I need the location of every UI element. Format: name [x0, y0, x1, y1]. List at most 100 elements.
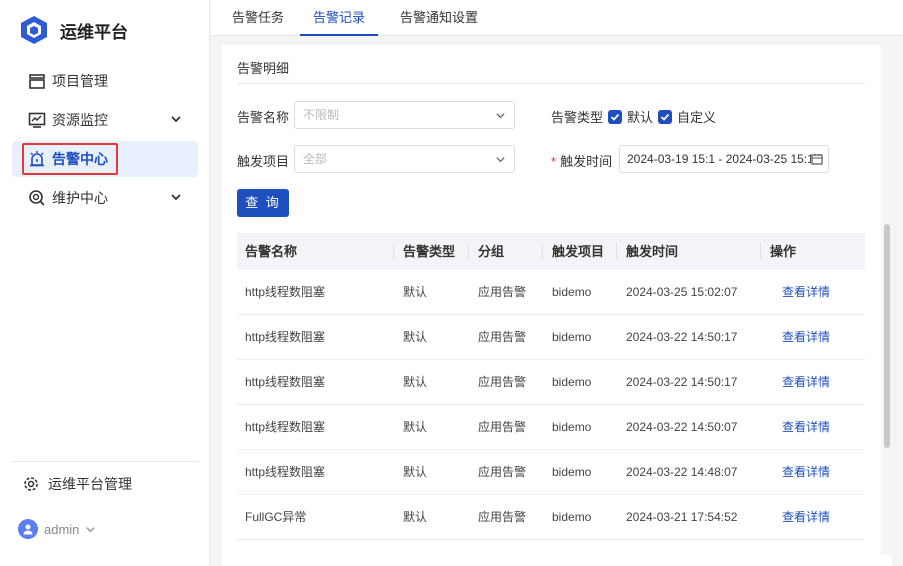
divider — [237, 83, 865, 84]
cube-logo-icon — [21, 16, 47, 44]
cell-trigger-project: bidemo — [552, 420, 592, 434]
trigger-project-select[interactable]: 全部 — [294, 145, 515, 173]
view-details-link[interactable]: 查看详情 — [782, 315, 830, 360]
column-separator — [542, 243, 543, 260]
alarm-name-select[interactable]: 不限制 — [294, 101, 515, 129]
cell-alarm-name: http线程数阻塞 — [245, 375, 326, 389]
cell-group: 应用告警 — [478, 285, 527, 299]
cell-alarm-name: FullGC异常 — [245, 510, 307, 524]
cell-alarm-type: 默认 — [403, 420, 428, 434]
trigger-project-placeholder: 全部 — [303, 152, 328, 166]
cell-group: 应用告警 — [478, 465, 527, 479]
cell-alarm-type: 默认 — [403, 330, 428, 344]
chevron-down-icon — [171, 116, 181, 123]
sidebar-item-alarm-center[interactable]: 告警中心 — [12, 141, 198, 177]
cell-group: 应用告警 — [478, 420, 527, 434]
alarm-type-custom-checkbox[interactable]: 自定义 — [658, 107, 716, 126]
alarm-table: 告警名称 告警类型 分组 触发项目 触发时间 操作 http线程数阻塞 默认 应用告… — [237, 233, 865, 540]
sidebar-item-label: 维护中心 — [52, 190, 108, 206]
view-details-link[interactable]: 查看详情 — [782, 450, 830, 495]
platform-management-link[interactable]: 运维平台管理 — [22, 474, 132, 494]
sidebar-item-maintenance-center[interactable]: 维护中心 — [12, 180, 198, 216]
table-row: http线程数阻塞 默认 应用告警 bidemo 2024-03-22 14:50:17… — [237, 315, 865, 360]
brand[interactable]: 运维平台 — [20, 14, 128, 46]
scrollbar-thumb[interactable] — [884, 224, 890, 448]
chevron-down-icon — [86, 526, 96, 532]
column-header-alarm-type: 告警类型 — [403, 244, 456, 259]
search-shield-icon — [28, 189, 46, 207]
tab-alarm-tasks[interactable]: 告警任务 — [228, 0, 288, 36]
table-row: FullGC异常 默认 应用告警 bidemo 2024-03-21 17:54:52 查… — [237, 495, 865, 540]
column-header-alarm-name: 告警名称 — [245, 244, 298, 259]
cell-trigger-time: 2024-03-21 17:54:52 — [626, 510, 738, 524]
alarm-icon — [28, 150, 46, 168]
alarm-type-default-checkbox[interactable]: 默认 — [608, 107, 653, 126]
cell-trigger-time: 2024-03-22 14:50:07 — [626, 420, 738, 434]
cell-trigger-project: bidemo — [552, 510, 592, 524]
view-details-link[interactable]: 查看详情 — [782, 495, 830, 540]
cell-group: 应用告警 — [478, 375, 527, 389]
monitor-chart-icon — [28, 111, 46, 129]
table-header: 告警名称 告警类型 分组 触发项目 触发时间 操作 — [237, 233, 865, 270]
top-tabs: 告警任务 告警记录 告警通知设置 — [211, 0, 903, 36]
column-separator — [760, 243, 761, 260]
cell-trigger-time: 2024-03-22 14:48:07 — [626, 465, 738, 479]
alarm-name-placeholder: 不限制 — [303, 108, 340, 122]
calendar-icon — [811, 153, 823, 165]
trigger-time-range-input[interactable]: 2024-03-19 15:1 - 2024-03-25 15:1 — [619, 145, 829, 173]
view-details-link[interactable]: 查看详情 — [782, 360, 830, 405]
checkmark-icon — [608, 109, 622, 124]
checkbox-label: 自定义 — [677, 110, 717, 125]
trigger-time-value: 2024-03-19 15:1 - 2024-03-25 15:1 — [627, 152, 814, 166]
table-row: http线程数阻塞 默认 应用告警 bidemo 2024-03-25 15:02:07… — [237, 270, 865, 315]
sidebar-item-project-management[interactable]: 项目管理 — [12, 63, 198, 99]
table-row: http线程数阻塞 默认 应用告警 bidemo 2024-03-22 14:50:17… — [237, 360, 865, 405]
cell-alarm-name: http线程数阻塞 — [245, 420, 326, 434]
cell-trigger-project: bidemo — [552, 285, 592, 299]
user-menu[interactable]: admin — [18, 519, 96, 539]
column-separator — [468, 243, 469, 260]
column-header-group: 分组 — [478, 244, 505, 259]
sidebar-item-resource-monitoring[interactable]: 资源监控 — [12, 102, 198, 138]
cell-alarm-type: 默认 — [403, 375, 428, 389]
cell-alarm-type: 默认 — [403, 285, 428, 299]
column-header-trigger-time: 触发时间 — [626, 244, 679, 259]
sidebar-item-label: 告警中心 — [52, 151, 108, 167]
required-asterisk: * — [551, 154, 557, 169]
sidebar: 运维平台 项目管理 资源监控 告警中心 维护中心 运维平台管理 admin — [0, 0, 210, 566]
alarm-type-label: 告警类型 — [551, 110, 604, 125]
checkbox-label: 默认 — [627, 110, 654, 125]
cell-trigger-time: 2024-03-25 15:02:07 — [626, 285, 738, 299]
alarm-name-label: 告警名称 — [237, 110, 290, 125]
column-separator — [616, 243, 617, 260]
sidebar-item-label: 项目管理 — [52, 73, 108, 89]
cell-alarm-name: http线程数阻塞 — [245, 285, 326, 299]
username: admin — [44, 521, 80, 537]
tab-alarm-records[interactable]: 告警记录 — [300, 0, 378, 36]
column-separator — [393, 243, 394, 260]
cell-trigger-project: bidemo — [552, 465, 592, 479]
table-row: http线程数阻塞 默认 应用告警 bidemo 2024-03-22 14:48:07… — [237, 450, 865, 495]
trigger-project-label: 触发项目 — [237, 154, 290, 169]
cell-group: 应用告警 — [478, 330, 527, 344]
cell-alarm-name: http线程数阻塞 — [245, 330, 326, 344]
cell-group: 应用告警 — [478, 510, 527, 524]
chevron-down-icon — [496, 113, 505, 119]
trigger-time-label-text: 触发时间 — [560, 154, 613, 169]
view-details-link[interactable]: 查看详情 — [782, 270, 830, 315]
chevron-down-icon — [171, 194, 181, 201]
chevron-down-icon — [496, 157, 505, 163]
cell-alarm-name: http线程数阻塞 — [245, 465, 326, 479]
cell-alarm-type: 默认 — [403, 510, 428, 524]
query-button[interactable]: 查 询 — [237, 189, 289, 217]
tab-alarm-notification-settings[interactable]: 告警通知设置 — [394, 0, 484, 36]
section-title: 告警明细 — [237, 61, 290, 76]
gear-icon — [22, 475, 40, 493]
table-row: http线程数阻塞 默认 应用告警 bidemo 2024-03-22 14:50:07… — [237, 405, 865, 450]
sidebar-divider — [12, 461, 198, 462]
view-details-link[interactable]: 查看详情 — [782, 405, 830, 450]
main-panel: 告警明细 告警名称 不限制 告警类型 默认 自定义 触发项目 全部 * 触发时间 … — [222, 45, 892, 566]
cell-trigger-time: 2024-03-22 14:50:17 — [626, 375, 738, 389]
app-title: 运维平台 — [60, 22, 128, 42]
cell-trigger-project: bidemo — [552, 375, 592, 389]
